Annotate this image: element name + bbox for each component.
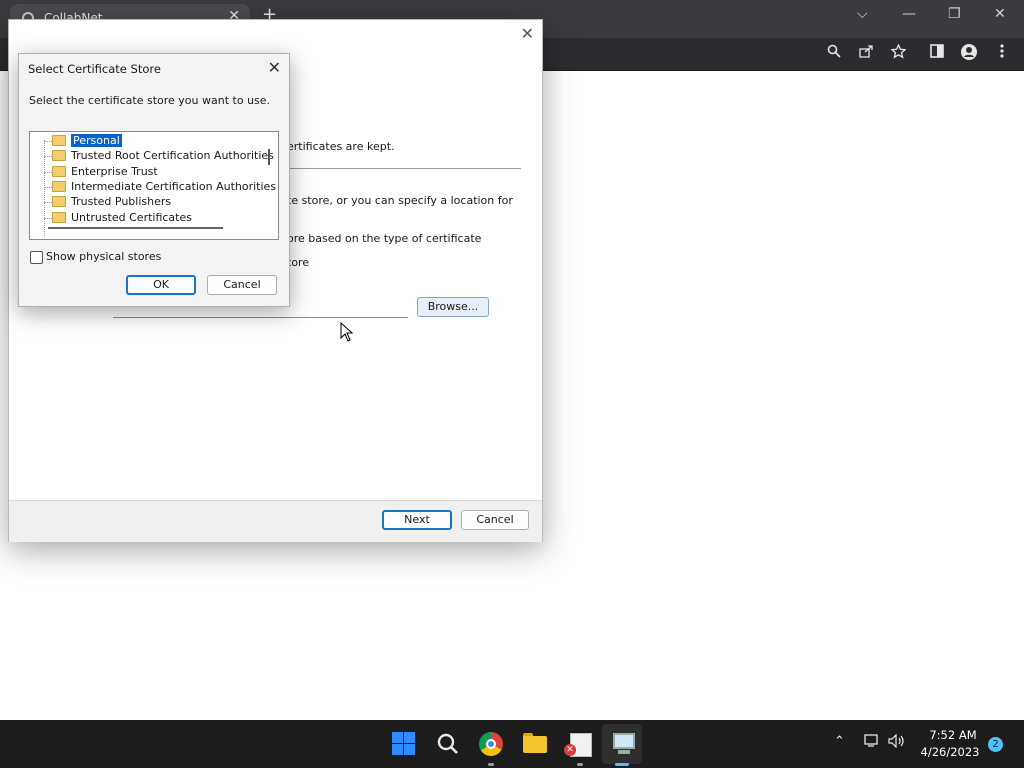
menu-icon[interactable]	[992, 44, 1012, 64]
restore-button[interactable]: ❐	[948, 6, 961, 22]
search-icon[interactable]	[824, 44, 844, 64]
folder-icon	[52, 211, 66, 223]
select-certificate-store-dialog: Select Certificate Store ✕ Select the ce…	[18, 53, 290, 307]
dialog-close-icon[interactable]: ✕	[268, 58, 281, 77]
folder-icon	[52, 195, 66, 207]
windows-logo-icon	[392, 744, 403, 755]
clock-time[interactable]: 7:52 AM	[928, 728, 978, 742]
taskbar: ✕ ⌃	[0, 720, 1024, 768]
wizard-divider	[287, 168, 521, 169]
tree-item-label: Trusted Root Certification Authorities	[71, 149, 274, 162]
share-icon[interactable]	[856, 44, 876, 64]
checkbox-box[interactable]	[30, 250, 43, 264]
taskbar-search-button[interactable]	[434, 730, 462, 758]
tree-guide-line	[44, 140, 45, 236]
vertical-scrollbar[interactable]	[268, 149, 270, 165]
show-physical-stores-checkbox[interactable]: Show physical stores	[30, 250, 161, 264]
tree-guide-line	[44, 141, 52, 142]
next-button[interactable]: Next	[382, 510, 452, 530]
folder-icon	[52, 134, 66, 146]
sidepanel-icon[interactable]	[927, 44, 947, 64]
certificate-store-tree[interactable]: Personal Trusted Root Certification Auth…	[29, 131, 279, 240]
clock-date[interactable]: 4/26/2023	[918, 745, 982, 759]
tree-guide-line	[44, 187, 52, 188]
dialog-title: Select Certificate Store	[28, 62, 161, 76]
show-physical-stores-label: Show physical stores	[46, 250, 162, 263]
certificate-manager-taskbar-icon[interactable]: ✕	[564, 730, 594, 758]
tree-item-trusted-root[interactable]: Trusted Root Certification Authorities	[52, 149, 274, 164]
tree-item-label: Personal	[70, 133, 123, 148]
windows-logo-icon	[404, 732, 415, 743]
show-hidden-icons-chevron[interactable]: ⌃	[834, 734, 845, 749]
dialog-cancel-button[interactable]: Cancel	[207, 275, 277, 295]
profile-icon[interactable]	[959, 44, 979, 64]
volume-icon[interactable]	[888, 733, 906, 752]
running-indicator	[488, 763, 494, 766]
tree-guide-line	[44, 156, 52, 157]
chrome-icon-center	[486, 739, 496, 749]
tree-item-trusted-publishers[interactable]: Trusted Publishers	[52, 195, 171, 210]
tree-item-intermediate[interactable]: Intermediate Certification Authorities	[52, 180, 276, 195]
monitor-stand-icon	[618, 750, 630, 754]
tree-guide-line	[44, 172, 52, 173]
running-indicator	[577, 763, 583, 766]
place-in-store-radio-label[interactable]: tore	[287, 256, 309, 269]
monitor-icon	[613, 733, 635, 749]
dialog-prompt: Select the certificate store you want to…	[29, 94, 271, 107]
tree-item-personal[interactable]: Personal	[52, 133, 123, 149]
tree-item-enterprise-trust[interactable]: Enterprise Trust	[52, 165, 158, 180]
tree-guide-line	[44, 218, 52, 219]
tree-item-untrusted[interactable]: Untrusted Certificates	[52, 211, 192, 226]
notification-badge[interactable]: 2	[988, 737, 1003, 752]
auto-select-store-radio-label[interactable]: ore based on the type of certificate	[287, 232, 481, 245]
tree-item-label: Enterprise Trust	[71, 165, 158, 178]
chrome-taskbar-icon[interactable]	[477, 730, 505, 758]
start-button[interactable]	[390, 730, 418, 758]
tree-item-label: Intermediate Certification Authorities	[71, 180, 277, 193]
tree-guide-line	[44, 202, 52, 203]
network-icon[interactable]	[864, 734, 880, 752]
minimize-button[interactable]: —	[902, 6, 916, 22]
folder-icon	[52, 149, 66, 161]
tab-search-chevron-icon[interactable]: ⌵	[857, 6, 868, 22]
folder-icon	[523, 736, 547, 753]
star-icon[interactable]	[888, 43, 908, 64]
tree-item-label: Untrusted Certificates	[71, 211, 192, 224]
wizard-cancel-button[interactable]: Cancel	[461, 510, 529, 530]
ok-button[interactable]: OK	[126, 275, 196, 295]
wizard-description-text: ertificates are kept.	[287, 140, 395, 153]
folder-icon	[52, 165, 66, 177]
wizard-close-icon[interactable]: ✕	[521, 24, 534, 43]
folder-icon	[52, 180, 66, 192]
horizontal-scrollbar[interactable]	[48, 227, 223, 229]
windows-logo-icon	[404, 744, 415, 755]
file-explorer-taskbar-icon[interactable]	[521, 730, 549, 758]
active-indicator	[615, 763, 629, 766]
tree-item-label: Trusted Publishers	[71, 195, 172, 208]
error-badge-icon: ✕	[564, 744, 576, 756]
wizard-store-text: te store, or you can specify a location …	[287, 194, 513, 207]
windows-logo-icon	[392, 732, 403, 743]
browse-button[interactable]: Browse...	[417, 297, 489, 317]
import-wizard-taskbar-icon[interactable]	[610, 730, 638, 758]
window-close-button[interactable]: ✕	[994, 6, 1006, 22]
